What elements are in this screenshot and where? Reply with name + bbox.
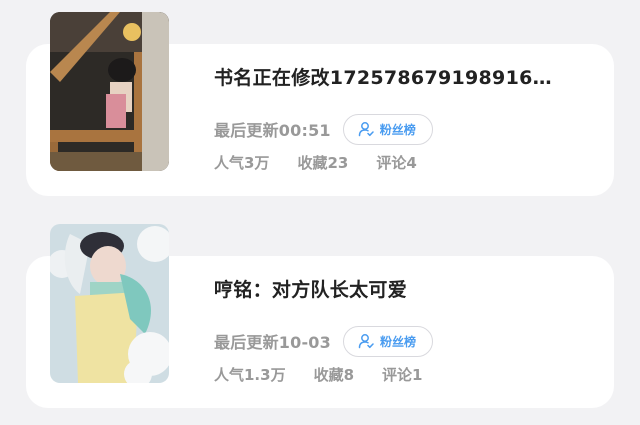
book-cover-image[interactable] xyxy=(50,12,169,171)
popularity-count: 人气3万 xyxy=(214,154,270,172)
last-update-text: 最后更新10-03 xyxy=(214,333,331,352)
popularity-count: 人气1.3万 xyxy=(214,366,286,384)
book-cover-image[interactable] xyxy=(50,224,169,383)
user-icon xyxy=(358,334,374,349)
last-update-text: 最后更新00:51 xyxy=(214,121,331,140)
meta-row: 最后更新00:51 粉丝榜 xyxy=(214,113,433,145)
fan-ranking-button[interactable]: 粉丝榜 xyxy=(342,113,433,145)
fan-ranking-button[interactable]: 粉丝榜 xyxy=(342,325,433,357)
cover-illustration xyxy=(50,224,169,383)
user-icon xyxy=(358,122,374,137)
fan-ranking-label: 粉丝榜 xyxy=(379,334,416,349)
favorites-count: 收藏8 xyxy=(313,366,355,384)
stats-row: 人气1.3万 收藏8 评论1 xyxy=(214,364,450,385)
stats-row: 人气3万 收藏23 评论4 xyxy=(214,152,445,173)
book-title[interactable]: 哼铭：对方队长太可爱 xyxy=(214,275,564,302)
comments-count: 评论1 xyxy=(382,366,423,384)
fan-ranking-label: 粉丝榜 xyxy=(379,122,416,137)
book-title[interactable]: 书名正在修改17257867919891620... xyxy=(214,63,564,90)
comments-count: 评论4 xyxy=(376,154,417,172)
cover-illustration xyxy=(50,12,169,171)
meta-row: 最后更新10-03 粉丝榜 xyxy=(214,325,433,357)
favorites-count: 收藏23 xyxy=(297,154,349,172)
